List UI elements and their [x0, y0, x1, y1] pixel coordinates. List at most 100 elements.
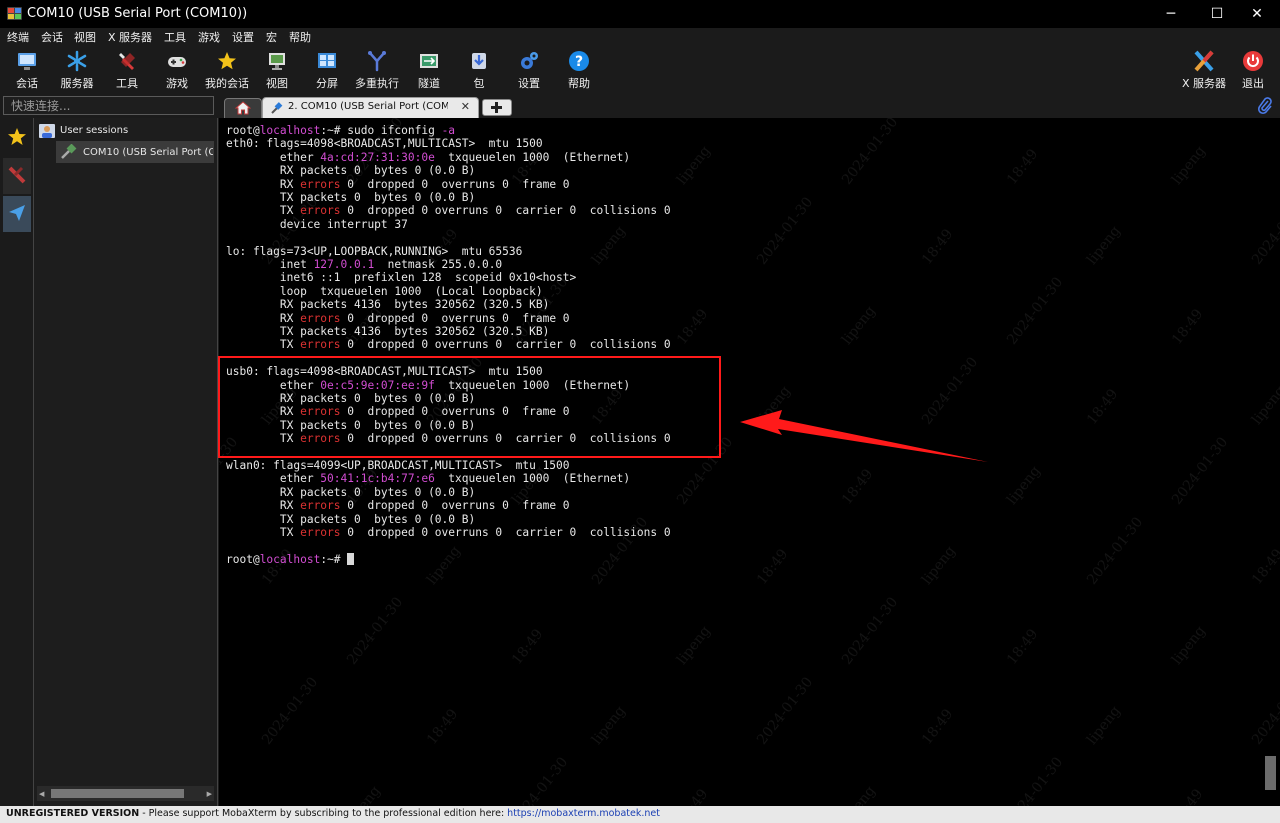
usb0-highlight-box [218, 356, 721, 458]
watermark-text: 18:49 [1004, 146, 1042, 188]
watermark-text: 2024-01-30 [839, 594, 902, 668]
serial-plug-icon [61, 144, 77, 159]
session-icon [18, 53, 36, 70]
terminal-vertical-scrollbar[interactable] [1265, 756, 1276, 790]
attachment-icon[interactable] [1257, 97, 1273, 115]
home-tab[interactable] [224, 98, 262, 118]
tree-item-com10[interactable]: COM10 (USB Serial Port (COM10)) [56, 141, 214, 163]
menu-games[interactable]: 游戏 [198, 29, 220, 45]
toolbar-help-button[interactable]: ? 帮助 [551, 49, 607, 93]
tab-com10-session[interactable]: 2. COM10 (USB Serial Port (COM10)) ✕ [262, 97, 479, 119]
watermark-text: 18:49 [509, 626, 547, 668]
terminal-line: ether 4a:cd:27:31:30:0e txqueuelen 1000 … [226, 151, 630, 164]
mobaxterm-link[interactable]: https://mobaxterm.mobatek.net [507, 808, 660, 819]
terminal-segment: 0 dropped 0 overruns 0 frame 0 [340, 311, 570, 325]
menu-macros[interactable]: 宏 [266, 29, 277, 45]
split-icon [318, 53, 336, 68]
watermark-text: 2024-01-30 [259, 674, 322, 748]
terminal-segment: root@ [226, 552, 260, 566]
watermark-text: 2024-01-30 [754, 674, 817, 748]
watermark-text: lipeng [1084, 703, 1124, 748]
terminal-segment: ether [226, 472, 321, 486]
terminal-segment: 127.0.0.1 [313, 258, 375, 271]
app-logo-icon [7, 7, 22, 20]
terminal-segment: txqueuelen 1000 (Ethernet) [434, 150, 631, 164]
watermark-text: lipeng [1169, 623, 1209, 668]
toolbar-exit-label: 退出 [1242, 77, 1264, 90]
menu-sessions[interactable]: 会话 [41, 29, 63, 45]
terminal-line: device interrupt 37 [226, 218, 408, 231]
sidebar-tools-button[interactable] [3, 158, 31, 194]
terminal-segment: netmask 255.0.0.0 [374, 258, 503, 271]
watermark-text: 2024-01-30 [344, 594, 407, 668]
terminal-segment: 0 dropped 0 overruns 0 frame 0 [340, 499, 570, 513]
title-bar: COM10 (USB Serial Port (COM10)) ─ ☐ ✕ [0, 0, 1280, 28]
terminal-line: RX errors 0 dropped 0 overruns 0 frame 0 [226, 499, 570, 512]
terminal-line: TX packets 4136 bytes 320562 (320.5 KB) [226, 325, 549, 338]
terminal-line: inet 127.0.0.1 netmask 255.0.0.0 [226, 258, 502, 271]
terminal-line: RX errors 0 dropped 0 overruns 0 frame 0 [226, 312, 570, 325]
terminal-segment: inet6 ::1 prefixlen 128 scopeid 0x10<hos… [226, 271, 577, 285]
watermark-text: lipeng [839, 783, 879, 806]
terminal-segment: RX [226, 177, 301, 191]
menu-xserver[interactable]: X 服务器 [108, 29, 152, 45]
terminal-segment: errors [300, 204, 341, 218]
watermark-text: lipeng [919, 543, 959, 588]
terminal-line: RX packets 4136 bytes 320562 (320.5 KB) [226, 298, 549, 311]
terminal-line: TX packets 0 bytes 0 (0.0 B) [226, 513, 475, 526]
watermark-text: 2024-01-30 [1004, 754, 1067, 806]
terminal-segment: TX packets 0 bytes 0 (0.0 B) [226, 512, 476, 526]
scroll-left-icon[interactable]: ◀ [39, 790, 44, 798]
terminal-segment: errors [300, 311, 341, 325]
scroll-right-icon[interactable]: ▶ [207, 790, 212, 798]
tree-user-sessions[interactable]: User sessions [60, 125, 128, 136]
menu-terminal[interactable]: 终端 [7, 29, 29, 45]
tunnel-icon [420, 54, 438, 68]
watermark-text: 2024-01-30 [1169, 434, 1232, 508]
new-tab-button[interactable] [482, 99, 512, 116]
multi-exec-icon [368, 51, 386, 72]
watermark-text: 2024-01-30 [839, 118, 902, 188]
terminal-segment: RX [226, 499, 301, 513]
menu-settings[interactable]: 设置 [232, 29, 254, 45]
quick-connect-input[interactable]: 快速连接... [3, 96, 214, 115]
menu-view[interactable]: 视图 [74, 29, 96, 45]
watermark-text: 2024-01-30 [1249, 674, 1280, 748]
minimize-button[interactable]: ─ [1148, 0, 1194, 28]
terminal-segment: errors [300, 526, 341, 539]
menu-tools[interactable]: 工具 [164, 29, 186, 45]
terminal-segment: TX [226, 526, 301, 539]
terminal-line: loop txqueuelen 1000 (Local Loopback) [226, 285, 543, 298]
terminal-line: TX errors 0 dropped 0 overruns 0 carrier… [226, 338, 671, 351]
watermark-text: lipeng [1169, 143, 1209, 188]
watermark-text: 18:49 [919, 706, 957, 748]
tree-scroll-thumb[interactable] [51, 789, 184, 798]
sidebar-sftp-button[interactable] [3, 196, 31, 232]
svg-text:?: ? [575, 54, 583, 70]
terminal-line: TX packets 0 bytes 0 (0.0 B) [226, 191, 475, 204]
terminal-segment: errors [300, 177, 341, 191]
terminal-line: RX packets 0 bytes 0 (0.0 B) [226, 164, 475, 177]
tab-close-icon[interactable]: ✕ [461, 100, 470, 113]
tab-row: 快速连接... 2. COM10 (USB Serial Port (COM10… [0, 96, 1280, 119]
tab-title: 2. COM10 (USB Serial Port (COM10)) [288, 101, 448, 112]
terminal-segment: TX packets 4136 bytes 320562 (320.5 KB) [226, 325, 550, 338]
tree-item-com10-label: COM10 (USB Serial Port (COM10)) [83, 147, 213, 158]
tree-horizontal-scrollbar[interactable]: ◀ ▶ [37, 786, 214, 801]
terminal-segment: 50:41:1c:b4:77:e6 [320, 472, 435, 486]
terminal-segment: TX [226, 338, 301, 352]
terminal-segment: inet [226, 258, 314, 271]
toolbar-exit-button[interactable]: 退出 [1225, 49, 1280, 93]
close-button[interactable]: ✕ [1234, 0, 1280, 28]
sidebar-sessions-button[interactable] [3, 120, 31, 156]
watermark-text: 18:49 [1169, 306, 1207, 348]
watermark-text: lipeng [1004, 463, 1044, 508]
terminal-line: lo: flags=73<UP,LOOPBACK,RUNNING> mtu 65… [226, 245, 522, 258]
window-title: COM10 (USB Serial Port (COM10)) [27, 6, 248, 21]
menu-help[interactable]: 帮助 [289, 29, 311, 45]
watermark-text: 18:49 [674, 786, 711, 806]
toolbar: 会话 服务器 工具 游戏 我的会话 视图 分屏 多重执行 隧道 包 设置 ? 帮… [0, 46, 1280, 96]
status-bar: UNREGISTERED VERSION - Please support Mo… [0, 806, 1280, 823]
watermark-text: lipeng [674, 143, 714, 188]
terminal-segment: localhost [259, 124, 321, 137]
